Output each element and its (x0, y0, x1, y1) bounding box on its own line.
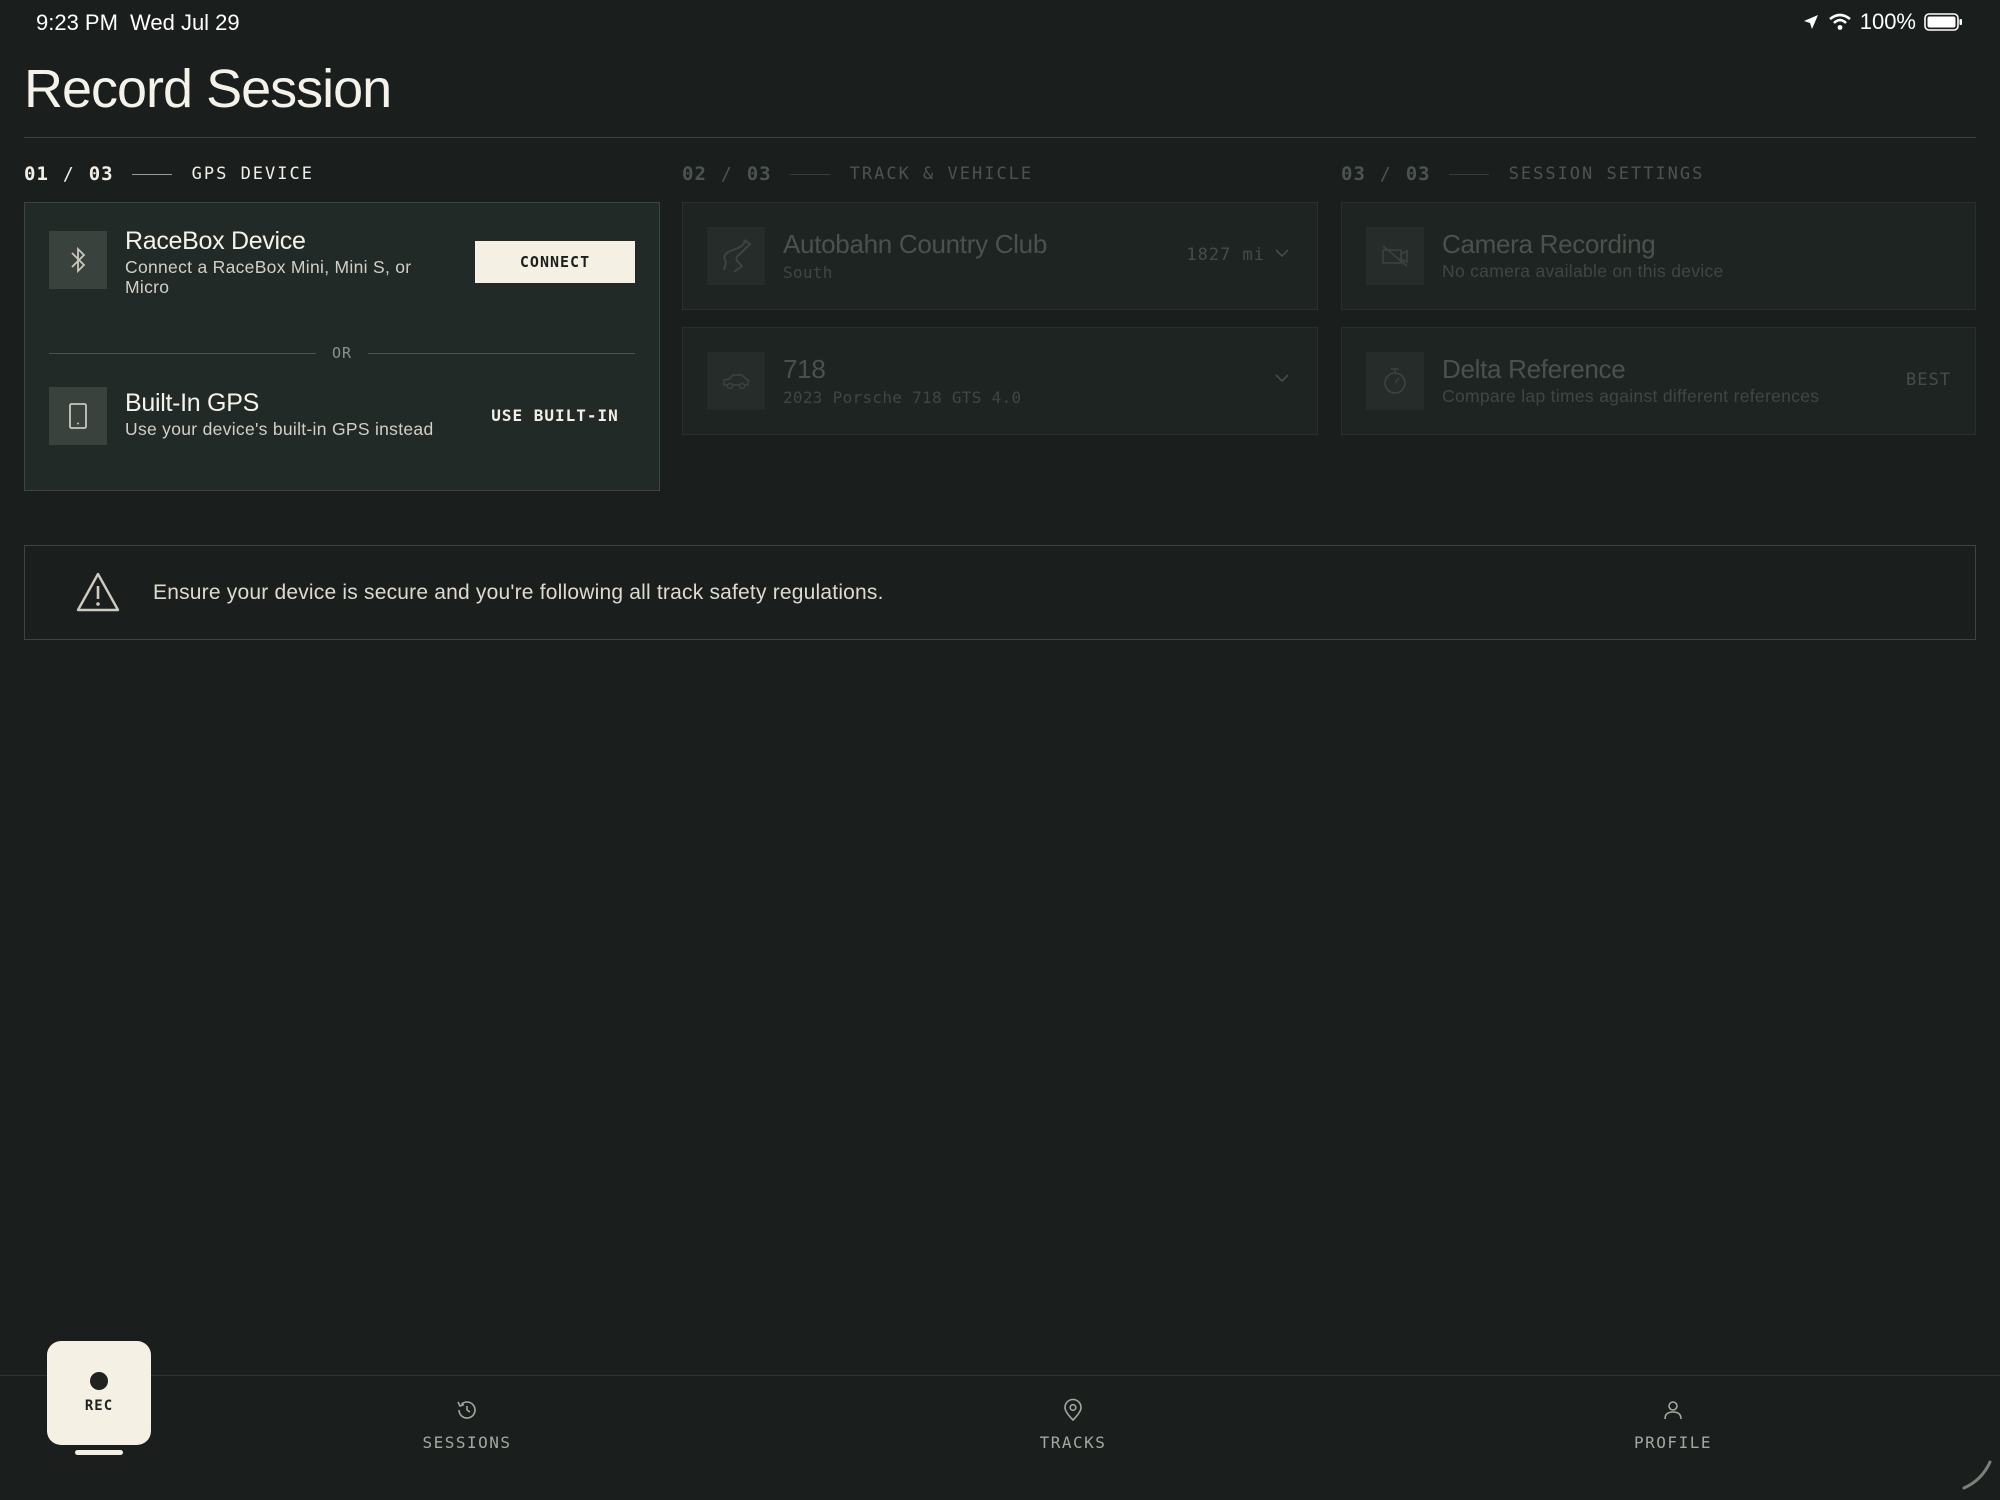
step-label: TRACK & VEHICLE (849, 164, 1034, 184)
or-label: OR (331, 344, 353, 362)
resize-handle-icon[interactable] (1960, 1458, 1994, 1492)
status-indicators: 100% (1802, 9, 1964, 35)
step-label: SESSION SETTINGS (1508, 164, 1705, 184)
tab-tracks-label: TRACKS (1039, 1433, 1107, 1452)
tab-sessions-label: SESSIONS (422, 1433, 512, 1452)
record-tab-indicator (75, 1450, 123, 1455)
chevron-down-icon (1275, 249, 1289, 258)
location-icon (1803, 15, 1818, 29)
vehicle-selector[interactable]: 718 2023 Porsche 718 GTS 4.0 (682, 327, 1318, 435)
delta-reference-subtitle: Compare lap times against different refe… (1442, 386, 1820, 406)
step-total: 03 (746, 163, 772, 185)
camera-off-icon (1366, 227, 1424, 285)
warning-icon (76, 572, 120, 611)
track-config: South (783, 263, 833, 282)
connect-button[interactable]: CONNECT (475, 241, 635, 283)
page-title: Record Session (24, 59, 392, 119)
wifi-icon (1828, 13, 1851, 30)
status-time: 9:23 PM (36, 10, 118, 35)
record-button[interactable]: REC (47, 1341, 151, 1445)
step-session-settings: 03 / 03 SESSION SETTINGS Camera Recordin… (1341, 160, 1977, 435)
record-label: REC (84, 1398, 114, 1414)
track-distance: 1827 mi (1186, 245, 1265, 265)
track-name: Autobahn Country Club (783, 229, 1047, 259)
status-bar: 9:23 PM Wed Jul 29 100% (0, 0, 2000, 46)
status-date: Wed Jul 29 (130, 10, 240, 35)
safety-warning: Ensure your device is secure and you're … (24, 545, 1976, 640)
camera-recording-subtitle: No camera available on this device (1442, 261, 1724, 281)
builtin-gps-subtitle: Use your device's built-in GPS instead (125, 419, 434, 439)
vehicle-detail: 2023 Porsche 718 GTS 4.0 (783, 388, 1022, 407)
chevron-down-icon (1275, 374, 1289, 383)
step-header: 01 / 03 GPS DEVICE (24, 163, 314, 185)
camera-recording-option[interactable]: Camera Recording No camera available on … (1341, 202, 1976, 310)
tab-sessions[interactable]: SESSIONS (367, 1398, 567, 1452)
record-dot-icon (90, 1372, 108, 1390)
warning-text: Ensure your device is secure and you're … (153, 580, 884, 604)
step-header: 03 / 03 SESSION SETTINGS (1341, 163, 1705, 185)
step-number: 01 (24, 163, 49, 185)
tab-tracks[interactable]: TRACKS (973, 1398, 1173, 1452)
use-builtin-button[interactable]: USE BUILT-IN (475, 394, 635, 436)
camera-recording-title: Camera Recording (1442, 229, 1656, 259)
tab-profile[interactable]: PROFILE (1573, 1398, 1773, 1452)
tab-profile-label: PROFILE (1634, 1433, 1712, 1452)
car-icon (707, 352, 765, 410)
delta-reference-title: Delta Reference (1442, 354, 1626, 384)
racebox-title: RaceBox Device (125, 227, 306, 255)
title-divider (24, 137, 1976, 138)
vehicle-name: 718 (783, 354, 826, 384)
step-total: 03 (1405, 163, 1431, 185)
track-selector[interactable]: Autobahn Country Club South 1827 mi (682, 202, 1318, 310)
track-map-icon (707, 227, 765, 285)
stopwatch-icon (1366, 352, 1424, 410)
step-number: 02 (682, 163, 707, 185)
battery-icon (1924, 13, 1962, 31)
step-gps-device: 01 / 03 GPS DEVICE RaceBox Device Connec… (24, 160, 660, 491)
battery-percent: 100% (1859, 9, 1916, 34)
or-divider: OR (49, 343, 635, 363)
step-track-vehicle: 02 / 03 TRACK & VEHICLE Autobahn Country… (682, 160, 1318, 435)
bluetooth-icon (49, 231, 107, 289)
tablet-icon (49, 387, 107, 445)
step-label: GPS DEVICE (191, 164, 314, 184)
tab-bar: SESSIONS TRACKS PROFILE (0, 1375, 2000, 1500)
step-header: 02 / 03 TRACK & VEHICLE (682, 163, 1034, 185)
delta-reference-option[interactable]: Delta Reference Compare lap times agains… (1341, 327, 1976, 435)
gps-device-card: RaceBox Device Connect a RaceBox Mini, M… (24, 202, 660, 491)
map-pin-icon (1064, 1398, 1082, 1422)
delta-reference-value: BEST (1906, 370, 1951, 390)
step-total: 03 (88, 163, 114, 185)
builtin-gps-title: Built-In GPS (125, 389, 259, 417)
racebox-subtitle: Connect a RaceBox Mini, Mini S, or Micro (125, 257, 412, 297)
step-number: 03 (1341, 163, 1366, 185)
person-icon (1664, 1401, 1682, 1420)
history-icon (457, 1401, 476, 1419)
